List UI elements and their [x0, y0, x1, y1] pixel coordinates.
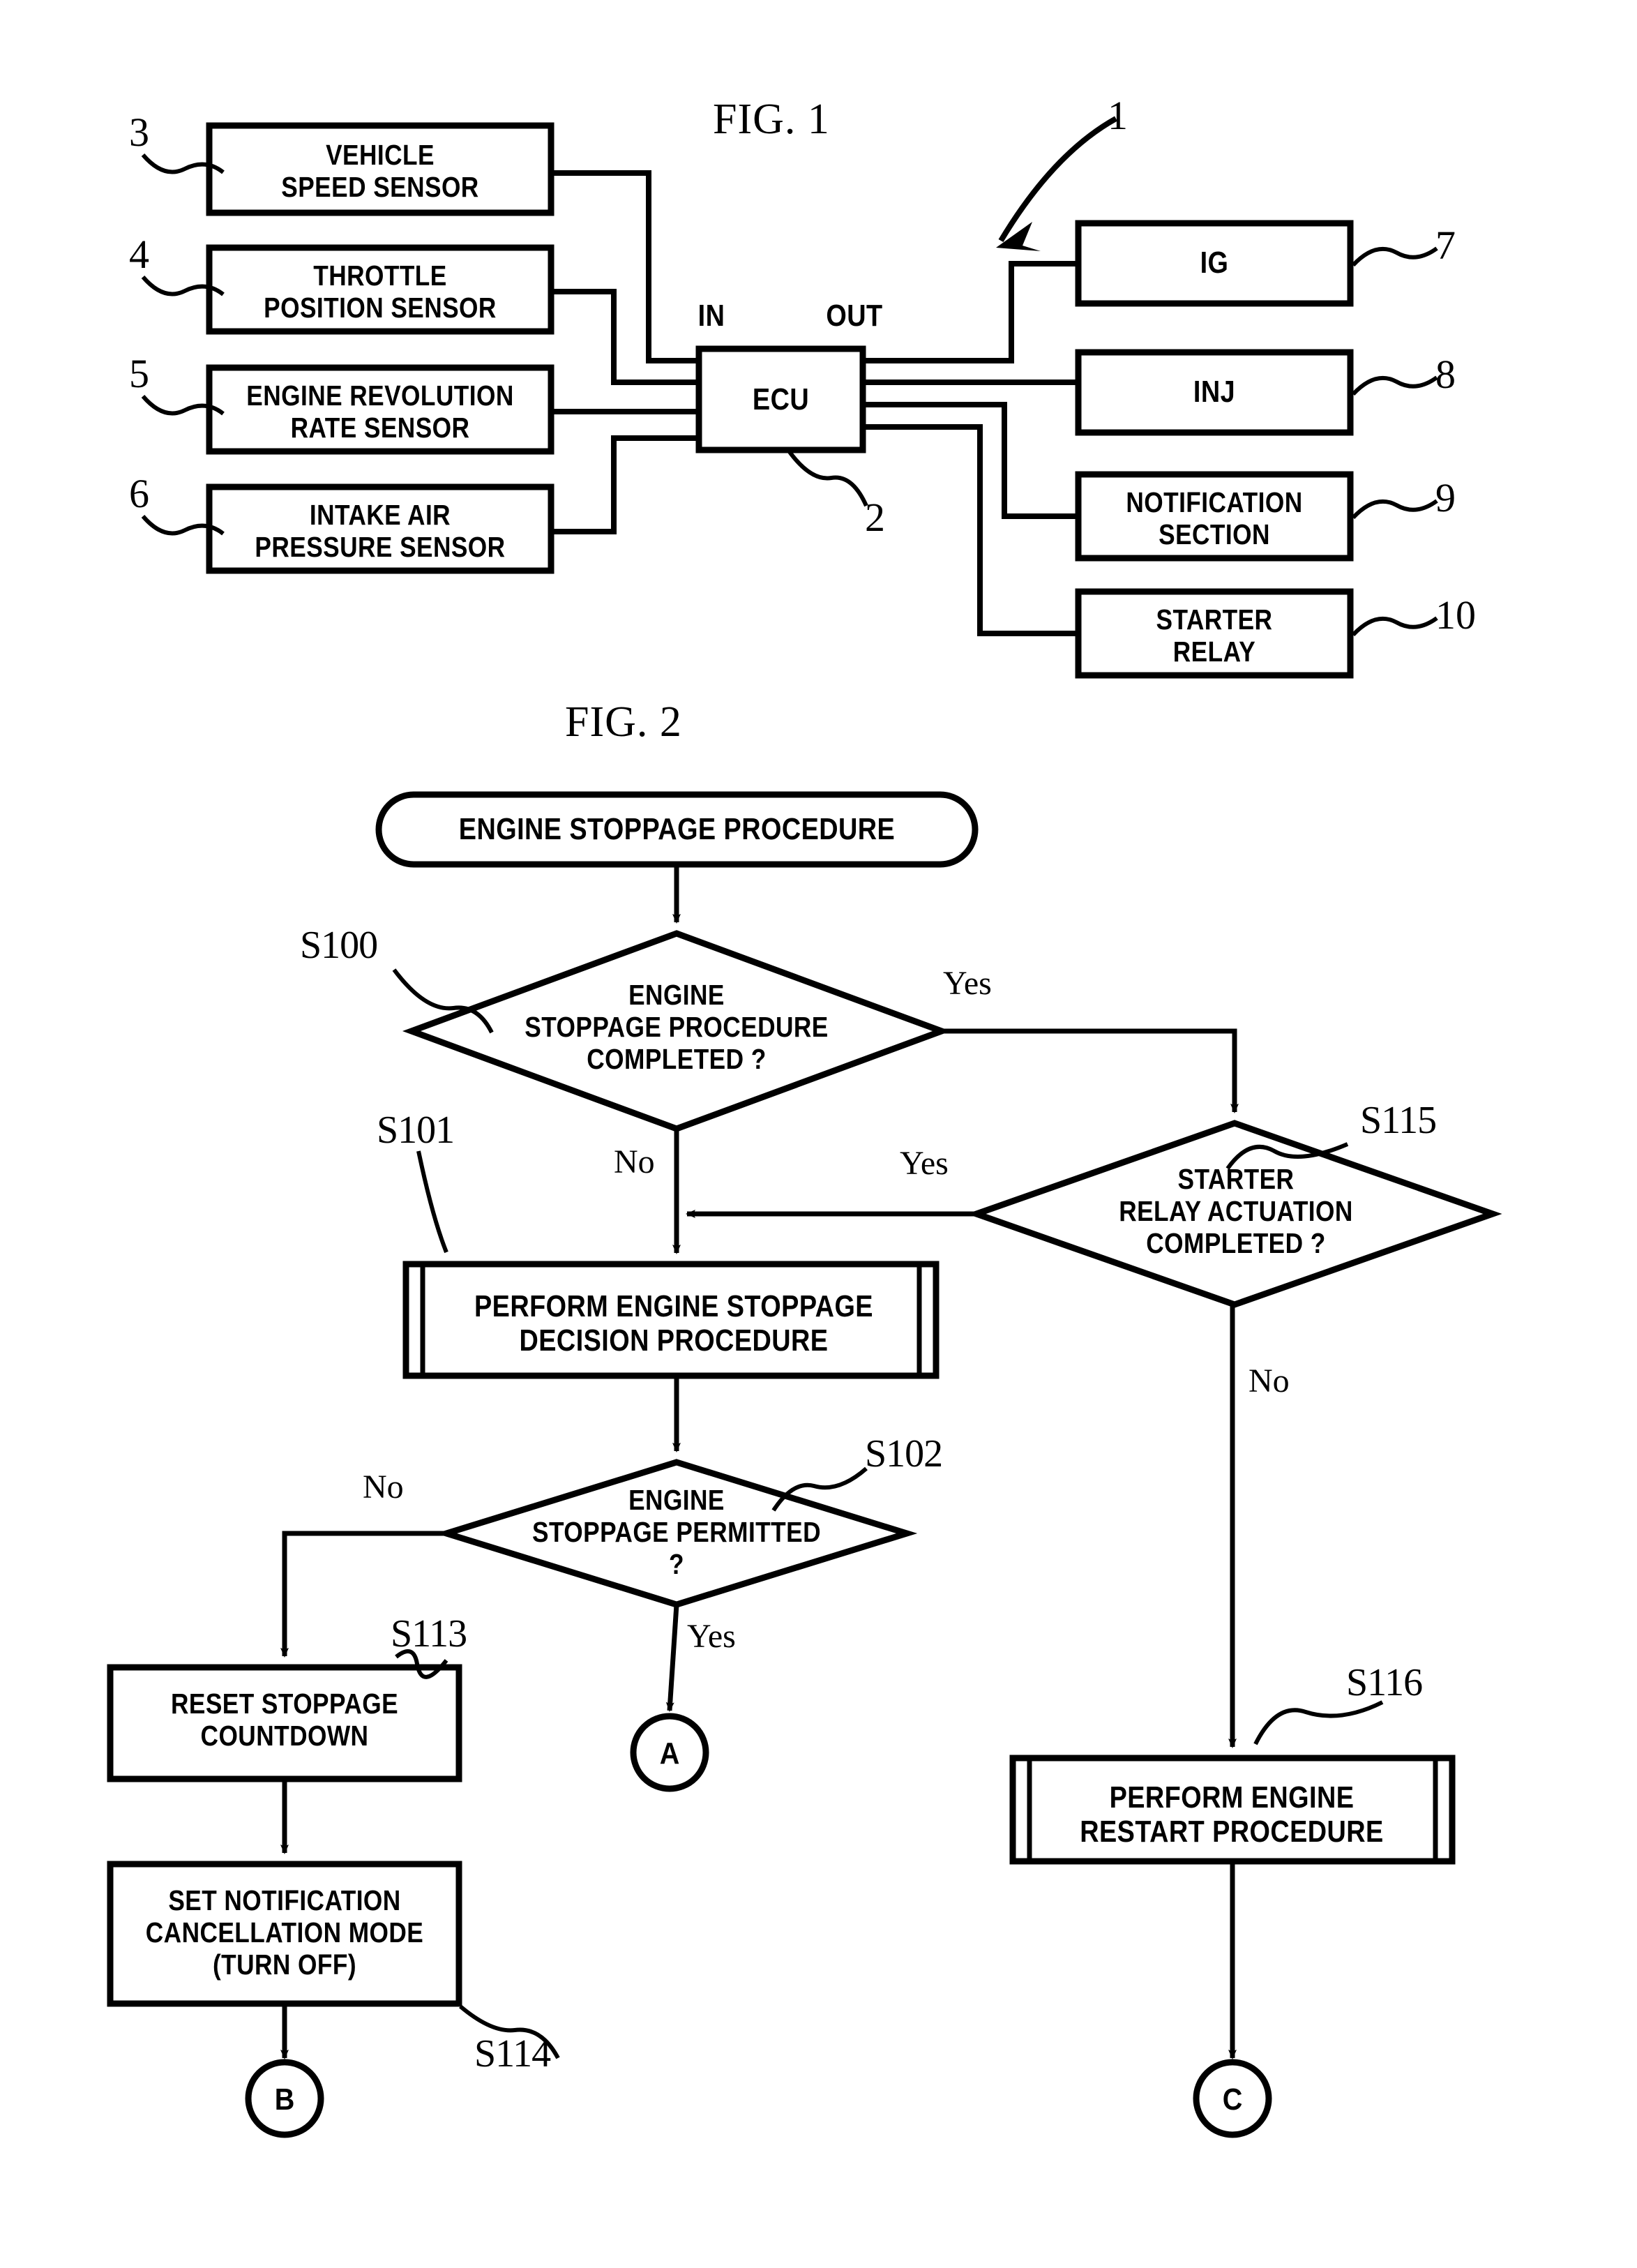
box-inj — [1075, 349, 1354, 436]
ref-num-2: 2 — [865, 495, 885, 540]
box-notification-section — [1075, 471, 1354, 562]
fig1-title: FIG. 1 — [713, 96, 830, 143]
connector-label-c: C — [1222, 2082, 1243, 2117]
patent-figure-sheet: FIG. 1 1 VEHICLE SPEED SENSOR THROTTLE P… — [0, 0, 1637, 2268]
step-id-s113: S113 — [391, 1612, 467, 1655]
branch-label-s115-yes: Yes — [900, 1145, 949, 1182]
terminator-start — [375, 791, 979, 868]
branch-label-s102-no: No — [363, 1469, 404, 1505]
box-vehicle-speed-sensor — [206, 122, 555, 216]
ref-num-6: 6 — [129, 471, 149, 516]
step-id-s116: S116 — [1346, 1661, 1423, 1704]
fig2-flow-lines — [280, 864, 1239, 2059]
step-id-s115: S115 — [1360, 1099, 1437, 1142]
ref-num-3: 3 — [129, 110, 149, 155]
fig1-output-boxes — [1075, 220, 1354, 679]
box-intake-air-pressure-sensor — [206, 483, 555, 574]
branch-label-s115-no: No — [1249, 1362, 1290, 1399]
step-id-s101: S101 — [377, 1109, 455, 1152]
process-s114 — [107, 1861, 462, 2007]
ref-num-9: 9 — [1435, 475, 1456, 520]
box-engine-revolution-rate-sensor — [206, 364, 555, 455]
predefined-process-s101 — [402, 1261, 940, 1379]
ref-num-7: 7 — [1435, 223, 1456, 268]
process-s113 — [107, 1664, 462, 1782]
box-ecu — [695, 345, 866, 453]
predefined-process-s116 — [1009, 1755, 1456, 1865]
step-id-s114: S114 — [474, 2032, 551, 2075]
connector-label-b: B — [274, 2082, 295, 2117]
branch-label-s102-yes: Yes — [687, 1618, 736, 1655]
ref-num-8: 8 — [1435, 352, 1456, 397]
branch-label-s100-no: No — [614, 1143, 655, 1180]
fig1-input-boxes — [206, 122, 555, 574]
fig1-input-wires — [551, 170, 699, 534]
fig1-callout-number: 1 — [1108, 93, 1128, 138]
fig2-title: FIG. 2 — [565, 698, 682, 746]
box-throttle-position-sensor — [206, 244, 555, 335]
decision-s115 — [967, 1120, 1502, 1308]
fig1-leaders — [141, 153, 1438, 637]
ref-num-4: 4 — [129, 232, 149, 277]
ref-num-5: 5 — [129, 351, 149, 396]
step-id-s102: S102 — [865, 1432, 943, 1475]
step-id-s100: S100 — [300, 924, 378, 967]
box-ig — [1075, 220, 1354, 307]
fig1-output-wires — [863, 261, 1078, 636]
box-starter-relay — [1075, 588, 1354, 679]
ref-num-10: 10 — [1435, 592, 1476, 638]
connector-label-a: A — [659, 1736, 680, 1771]
branch-label-s100-yes: Yes — [943, 965, 992, 1002]
